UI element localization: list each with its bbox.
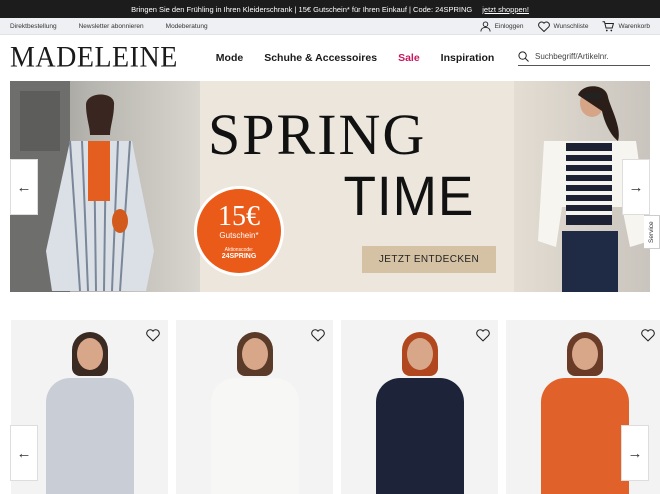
product-card[interactable]: [341, 320, 498, 494]
product-image: [45, 378, 134, 494]
badge-amount: 15€: [218, 201, 260, 232]
login-label: Einloggen: [494, 22, 524, 30]
heart-icon[interactable]: [641, 328, 655, 342]
utility-newsletter[interactable]: Newsletter abonnieren: [79, 23, 144, 30]
arrow-left-icon: ←: [16, 178, 32, 196]
arrow-right-icon: →: [628, 178, 644, 196]
brand-logo[interactable]: MADELEINE: [10, 41, 178, 75]
products-prev-button[interactable]: ←: [10, 425, 38, 481]
promo-link[interactable]: jetzt shoppen!: [482, 5, 529, 14]
nav-schuhe-accessoires[interactable]: Schuhe & Accessoires: [264, 52, 377, 64]
utility-direktbestellung[interactable]: Direktbestellung: [10, 23, 57, 30]
arrow-left-icon: ←: [16, 444, 32, 462]
product-image: [540, 378, 629, 494]
product-card[interactable]: [176, 320, 333, 494]
product-image: [241, 338, 268, 370]
main-nav: Mode Schuhe & Accessoires Sale Inspirati…: [216, 52, 495, 64]
product-image: [76, 338, 103, 370]
product-image: [375, 378, 464, 494]
hero-cta-button[interactable]: JETZT ENTDECKEN: [362, 246, 496, 273]
badge-code: 24SPRING: [221, 253, 257, 260]
badge-label: Gutschein*: [219, 231, 259, 240]
hero-model-left-image: [10, 81, 200, 292]
heart-icon[interactable]: [476, 328, 490, 342]
wishlist-label: Wunschliste: [553, 22, 589, 30]
nav-inspiration[interactable]: Inspiration: [441, 52, 495, 64]
heart-icon: [537, 21, 550, 32]
wishlist-button[interactable]: Wunschliste: [537, 21, 589, 32]
cart-label: Warenkorb: [618, 22, 650, 30]
nav-sale[interactable]: Sale: [398, 52, 420, 64]
product-carousel: [11, 320, 660, 494]
product-image: [210, 378, 299, 494]
promo-text: Bringen Sie den Frühling in Ihren Kleide…: [131, 4, 473, 14]
hero-title-time: TIME: [343, 164, 475, 227]
search-placeholder: Suchbegriff/Artikelnr.: [535, 51, 609, 61]
cart-button[interactable]: Warenkorb: [602, 20, 650, 32]
utility-modeberatung[interactable]: Modeberatung: [166, 23, 208, 30]
hero-prev-button[interactable]: ←: [10, 159, 38, 215]
main-header: MADELEINE Mode Schuhe & Accessoires Sale…: [0, 35, 660, 81]
cart-icon: [602, 20, 615, 31]
service-tab[interactable]: Service: [644, 215, 660, 249]
product-image: [406, 338, 433, 370]
arrow-right-icon: →: [627, 444, 643, 462]
product-image: [571, 338, 598, 370]
hero-title-spring: SPRING: [208, 102, 427, 167]
login-button[interactable]: Einloggen: [480, 20, 524, 32]
promo-bar: Bringen Sie den Frühling in Ihren Kleide…: [0, 0, 660, 18]
nav-mode[interactable]: Mode: [216, 52, 243, 64]
heart-icon[interactable]: [146, 328, 160, 342]
search-icon: [518, 50, 529, 62]
products-next-button[interactable]: →: [621, 425, 649, 481]
voucher-badge: 15€ Gutschein* Aktionscode: 24SPRING: [194, 186, 284, 276]
utility-bar: Direktbestellung Newsletter abonnieren M…: [0, 18, 660, 35]
search-input[interactable]: Suchbegriff/Artikelnr.: [518, 50, 650, 66]
hero-banner[interactable]: SPRING TIME 15€ Gutschein* Aktionscode: …: [10, 81, 650, 292]
heart-icon[interactable]: [311, 328, 325, 342]
user-icon: [480, 20, 491, 32]
hero-next-button[interactable]: →: [622, 159, 650, 215]
